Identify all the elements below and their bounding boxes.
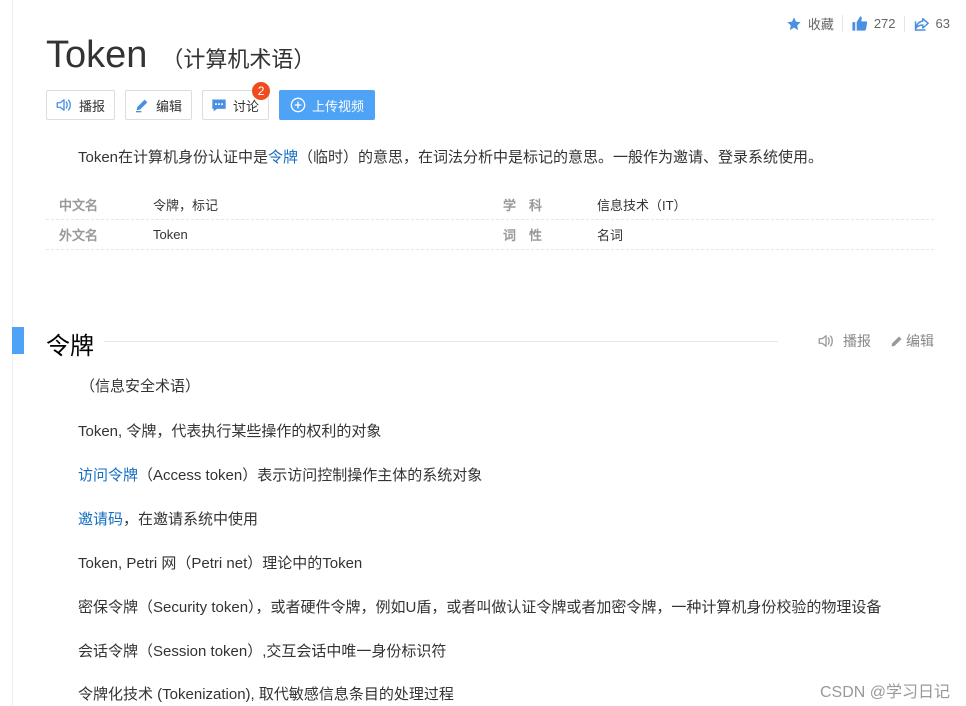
info-key: 词 性 — [503, 228, 543, 243]
speaker-icon — [55, 97, 73, 113]
pencil-icon — [891, 336, 902, 346]
paragraph: 密保令牌（Security token），或者硬件令牌，例如U盾，或者叫做认证令… — [78, 599, 882, 616]
section-title: 令牌 — [46, 333, 94, 360]
paragraph: 邀请码，在邀请系统中使用 — [78, 508, 258, 529]
collect-label: 收藏 — [807, 17, 834, 32]
broadcast-button[interactable]: 播报 — [46, 90, 116, 120]
edit-button[interactable]: 编辑 — [125, 90, 193, 120]
like-button[interactable]: 272 — [841, 15, 904, 32]
lemma-summary: Token在计算机身份认证中是令牌（临时）的意思，在词法分析中是标记的意思。一般… — [78, 146, 823, 167]
stats-bar: 收藏 272 63 — [778, 14, 958, 33]
share-count: 63 — [935, 16, 950, 31]
title-sub: （计算机术语） — [161, 47, 316, 72]
discuss-count-badge: 2 — [252, 82, 271, 100]
paragraph: Token, 令牌，代表执行某些操作的权利的对象 — [78, 423, 382, 440]
share-icon — [914, 17, 929, 31]
section-edit-label: 编辑 — [906, 333, 934, 349]
basic-info-table: 中文名 令牌，标记 学 科 信息技术（IT） 外文名 Token 词 性 名词 — [46, 190, 934, 250]
paragraph: 访问令牌（Access token）表示访问控制操作主体的系统对象 — [78, 464, 482, 485]
like-count: 272 — [873, 16, 896, 31]
section-edit-button[interactable]: 编辑 — [889, 331, 934, 351]
discuss-button[interactable]: 讨论 2 — [202, 82, 271, 120]
summary-suffix: （临时）的意思，在词法分析中是标记的意思。一般作为邀请、登录系统使用。 — [298, 149, 824, 166]
lemma-toolbar: 播报 编辑 讨论 2 上传视频 — [46, 82, 376, 120]
section-divider — [104, 341, 778, 342]
section-actions: 播报 编辑 — [817, 331, 934, 351]
upload-video-button[interactable]: 上传视频 — [279, 90, 376, 120]
info-value: 令牌，标记 — [153, 198, 219, 213]
info-value: Token — [153, 227, 188, 242]
pencil-icon — [134, 97, 150, 113]
section-broadcast-label: 播报 — [843, 333, 871, 349]
speaker-icon — [818, 335, 833, 347]
section-broadcast-button[interactable]: 播报 — [817, 331, 871, 351]
summary-link-token[interactable]: 令牌 — [268, 149, 298, 166]
title-main: Token — [46, 34, 148, 76]
plus-circle-icon — [290, 97, 306, 113]
info-key: 中文名 — [59, 198, 99, 213]
edit-label: 编辑 — [156, 98, 183, 114]
paragraph-text: ，在邀请系统中使用 — [123, 511, 259, 528]
link-access-token[interactable]: 访问令牌 — [78, 467, 138, 484]
paragraph: 会话令牌（Session token）,交互会话中唯一身份标识符 — [78, 643, 447, 660]
basic-info-row: 中文名 令牌，标记 学 科 信息技术（IT） — [46, 190, 934, 220]
star-icon — [787, 16, 801, 30]
link-invite-code[interactable]: 邀请码 — [78, 511, 123, 528]
collect-button[interactable]: 收藏 — [778, 14, 842, 33]
info-value: 名词 — [597, 228, 624, 243]
share-button[interactable]: 63 — [903, 15, 958, 32]
chat-icon — [211, 98, 227, 113]
thumbs-up-icon — [852, 16, 867, 31]
info-key: 学 科 — [503, 198, 543, 213]
basic-info-row: 外文名 Token 词 性 名词 — [46, 220, 934, 250]
upload-video-label: 上传视频 — [312, 98, 365, 114]
info-value: 信息技术（IT） — [597, 198, 687, 213]
paragraph: （信息安全术语） — [80, 378, 201, 395]
summary-prefix: Token在计算机身份认证中是 — [78, 149, 269, 166]
info-key: 外文名 — [59, 228, 99, 243]
paragraph: Token, Petri 网（Petri net）理论中的Token — [78, 555, 363, 572]
paragraph: 令牌化技术 (Tokenization), 取代敏感信息条目的处理过程 — [78, 686, 454, 703]
section-accent-bar — [12, 327, 24, 354]
paragraph-text: （Access token）表示访问控制操作主体的系统对象 — [138, 467, 483, 484]
page-title: Token （计算机术语） — [46, 34, 315, 77]
broadcast-label: 播报 — [79, 98, 106, 114]
csdn-watermark: CSDN @学习日记 — [819, 684, 950, 701]
